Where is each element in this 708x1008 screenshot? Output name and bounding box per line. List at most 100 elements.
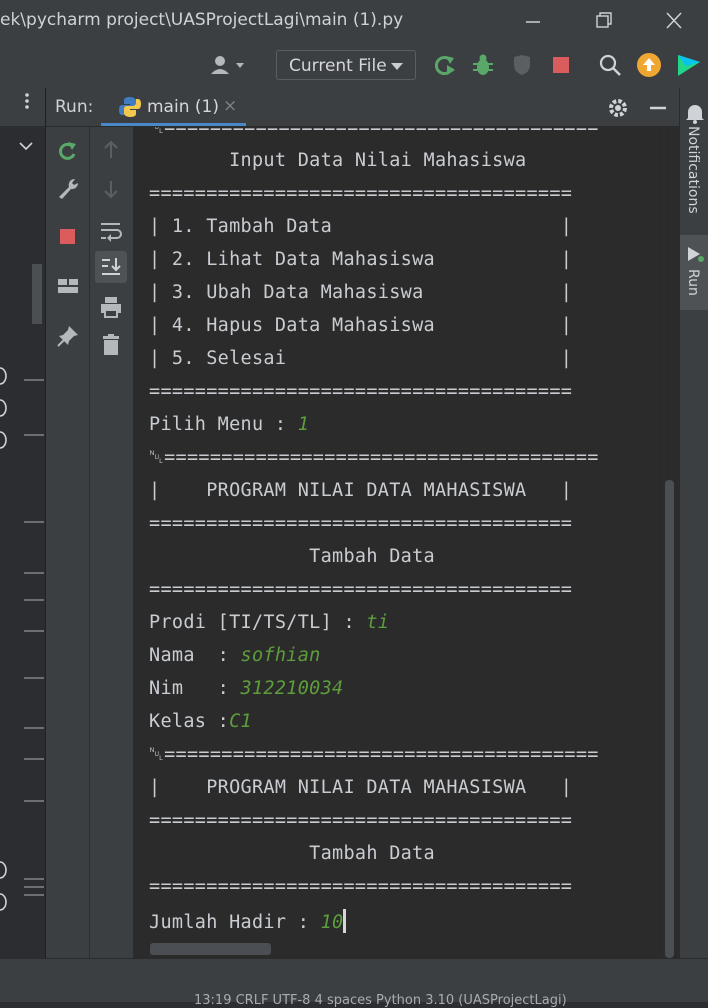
left-tool-strip xyxy=(0,88,46,958)
bell-icon xyxy=(686,105,704,124)
python-icon xyxy=(119,97,141,117)
notifications-button[interactable] xyxy=(684,102,706,124)
prompt-text: Nama : xyxy=(149,645,241,666)
minimize-icon xyxy=(650,106,666,110)
rerun-button[interactable] xyxy=(432,52,458,78)
soft-wrap-button[interactable] xyxy=(98,218,124,244)
title-bar: ek\pycharm project\UASProjectLagi\main (… xyxy=(0,0,708,43)
prompt-text: Kelas : xyxy=(149,711,230,732)
rerun-icon xyxy=(434,56,455,75)
updates-button[interactable] xyxy=(636,52,662,78)
tab-close-icon[interactable]: × xyxy=(223,96,237,116)
user-icon xyxy=(211,56,244,74)
horizontal-scrollbar[interactable] xyxy=(150,943,271,955)
printer-icon xyxy=(101,297,121,318)
console-line: Nama : sofhian xyxy=(149,645,321,666)
console-line: Pilih Menu : 1 xyxy=(149,414,309,435)
chevron-down-icon xyxy=(391,63,403,70)
console-line: ===================================== xyxy=(149,513,573,534)
console-line: ␀====================================== xyxy=(149,447,599,468)
stop-button[interactable] xyxy=(55,223,81,249)
console-line: | 5. Selesai | xyxy=(149,348,573,369)
console-line: Nim : 312210034 xyxy=(149,678,343,699)
tab-main-label: main (1) xyxy=(147,97,219,117)
console-line: | PROGRAM NILAI DATA MAHASISWA | xyxy=(149,480,573,501)
stop-button[interactable] xyxy=(548,52,574,78)
user-input: 312210034 xyxy=(240,678,344,699)
run-tool-window-button[interactable]: Run xyxy=(680,235,708,310)
run-configuration-label: Current File xyxy=(289,56,387,76)
play-icon xyxy=(688,247,704,262)
prompt-text: Nim : xyxy=(149,678,241,699)
console-line: Input Data Nilai Mahasiswa xyxy=(149,150,527,171)
console-line: | 3. Ubah Data Mahasiswa | xyxy=(149,282,573,303)
stop-icon xyxy=(553,57,569,73)
console-line: | 1. Tambah Data | xyxy=(149,216,573,237)
user-input: sofhian xyxy=(240,645,321,666)
console-line: ===================================== xyxy=(149,876,573,897)
vertical-scrollbar[interactable] xyxy=(665,480,674,958)
scroll-to-end-toggle[interactable] xyxy=(95,251,127,283)
console-line: | 2. Lihat Data Mahasiswa | xyxy=(149,249,573,270)
pin-tab-button[interactable] xyxy=(55,323,81,349)
print-button[interactable] xyxy=(98,294,124,320)
search-everywhere-button[interactable] xyxy=(597,52,623,78)
user-input: C1 xyxy=(229,711,252,732)
shield-icon xyxy=(514,55,530,75)
run-actions-gutter xyxy=(46,127,90,958)
console-line: ===================================== xyxy=(149,579,573,600)
wrench-icon xyxy=(59,178,79,199)
maximize-button[interactable] xyxy=(586,8,622,34)
notifications-label[interactable]: Notifications xyxy=(685,126,701,214)
coverage-button[interactable] xyxy=(509,52,535,78)
prompt-text: Jumlah Hadir : xyxy=(149,912,321,933)
arrow-up-icon xyxy=(104,140,118,158)
run-tool-window-label: Run xyxy=(685,269,701,296)
user-input: 10 xyxy=(320,912,344,933)
user-input: 1 xyxy=(297,414,310,435)
minimize-button[interactable] xyxy=(515,8,551,34)
scroll-to-end-icon xyxy=(102,258,121,275)
console-line: | 4. Hapus Data Mahasiswa | xyxy=(149,315,573,336)
run-configuration-dropdown[interactable]: Current File xyxy=(276,50,416,80)
arrow-down-icon xyxy=(104,181,118,199)
pin-icon xyxy=(57,326,78,347)
close-button[interactable] xyxy=(656,8,692,34)
console-output[interactable]: ␀====================================== … xyxy=(133,127,663,958)
scroll-down-button[interactable] xyxy=(98,176,124,202)
user-account-button[interactable] xyxy=(208,52,244,78)
console-line: Tambah Data xyxy=(149,843,435,864)
gear-icon xyxy=(609,99,627,117)
prompt-text: Pilih Menu : xyxy=(149,414,298,435)
settings-button[interactable] xyxy=(606,96,630,120)
console-line: ␀====================================== xyxy=(149,127,599,138)
text-cursor xyxy=(343,909,347,933)
run-label: Run: xyxy=(55,97,94,117)
run-panel-header: Run: main (1) × xyxy=(46,88,679,127)
console-line: ===================================== xyxy=(149,810,573,831)
toolbox-button[interactable] xyxy=(676,52,702,78)
minimize-icon xyxy=(526,21,540,23)
debug-button[interactable] xyxy=(470,52,496,78)
scroll-up-button[interactable] xyxy=(98,137,124,163)
layout-button[interactable] xyxy=(55,274,81,300)
window-title: ek\pycharm project\UASProjectLagi\main (… xyxy=(0,10,404,30)
prompt-text: Prodi [TI/TS/TL] : xyxy=(149,612,367,633)
stop-icon xyxy=(60,229,75,244)
modify-run-config-button[interactable] xyxy=(55,175,81,201)
tab-main[interactable]: main (1) × xyxy=(101,88,246,126)
console-line: Kelas :C1 xyxy=(149,711,252,732)
right-tool-strip: Notifications Run xyxy=(679,88,708,958)
console-line: | PROGRAM NILAI DATA MAHASISWA | xyxy=(149,777,573,798)
soft-wrap-icon xyxy=(101,223,122,242)
console-line: Prodi [TI/TS/TL] : ti xyxy=(149,612,389,633)
rerun-button[interactable] xyxy=(55,139,81,165)
console-input-line[interactable]: Jumlah Hadir : 10 xyxy=(149,909,347,933)
rerun-icon xyxy=(59,142,76,160)
clear-all-button[interactable] xyxy=(98,332,124,358)
user-input: ti xyxy=(366,612,390,633)
close-icon xyxy=(666,12,682,29)
hide-panel-button[interactable] xyxy=(646,96,670,120)
console-line: Tambah Data xyxy=(149,546,435,567)
restore-icon xyxy=(596,12,612,28)
